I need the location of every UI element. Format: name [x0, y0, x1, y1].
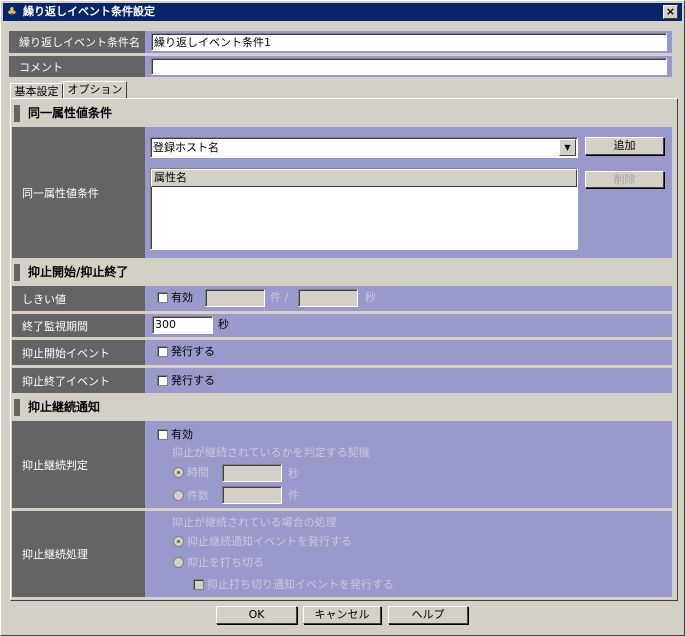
section-header-same-attr: 同一属性値条件 — [14, 103, 314, 124]
window-title: 繰り返しイベント条件設定 — [23, 5, 155, 18]
title-bar: ♣ 繰り返しイベント条件設定 — [3, 3, 682, 21]
notify-event-label: 抑止継続通知イベントを発行する — [187, 535, 352, 548]
process-caption: 抑止が継続されている場合の処理 — [172, 516, 337, 529]
section-header-suppress: 抑止開始/抑止終了 — [14, 262, 314, 283]
tab-basic[interactable]: 基本設定 — [10, 83, 63, 99]
time-radio[interactable] — [173, 467, 184, 478]
count-unit: 件 / — [270, 291, 289, 304]
close-button[interactable]: × — [663, 5, 678, 19]
end-period-unit: 秒 — [218, 318, 229, 331]
start-event-area — [145, 340, 672, 365]
threshold-count-input[interactable] — [205, 289, 265, 307]
chevron-down-icon[interactable]: ▼ — [559, 139, 576, 156]
start-event-checkbox[interactable] — [157, 346, 168, 357]
notify-event-radio[interactable] — [173, 536, 184, 547]
count-radio[interactable] — [173, 490, 184, 501]
name-label: 繰り返しイベント条件名 — [9, 31, 145, 53]
tab-options[interactable]: オプション — [63, 81, 127, 99]
abort-notify-checkbox[interactable] — [193, 579, 204, 590]
ok-button[interactable]: OK — [216, 606, 297, 624]
threshold-enable-label: 有効 — [171, 291, 193, 304]
cancel-button[interactable]: キャンセル — [303, 606, 381, 624]
name-input[interactable]: 繰り返しイベント条件1 — [151, 33, 667, 51]
same-attr-label: 同一属性値条件 — [12, 127, 145, 258]
abort-label: 抑止を打ち切る — [187, 556, 264, 569]
app-icon: ♣ — [7, 5, 17, 18]
attribute-combo[interactable]: 登録ホスト名 ▼ — [150, 137, 578, 158]
end-period-label: 終了監視期間 — [12, 314, 145, 337]
abort-radio[interactable] — [173, 557, 184, 568]
judge-caption: 抑止が継続されているかを判定する契機 — [172, 446, 370, 459]
judge-enable-label: 有効 — [171, 428, 193, 441]
attribute-list[interactable]: 属性名 — [150, 168, 578, 250]
threshold-label: しきい値 — [12, 286, 145, 311]
seconds-unit: 秒 — [365, 291, 376, 304]
add-button[interactable]: 追加 — [585, 137, 664, 155]
start-event-option: 発行する — [171, 345, 215, 358]
process-label: 抑止継続処理 — [12, 511, 145, 597]
end-event-area — [145, 368, 672, 393]
time-label: 時間 — [187, 466, 209, 479]
help-button[interactable]: ヘルプ — [388, 606, 468, 624]
count-unit-label: 件 — [288, 489, 299, 502]
threshold-seconds-input[interactable] — [298, 289, 358, 307]
judge-label: 抑止継続判定 — [12, 421, 145, 508]
time-input[interactable] — [222, 464, 282, 482]
count-input[interactable] — [222, 486, 282, 504]
count-label: 件数 — [187, 489, 209, 502]
delete-button[interactable]: 削除 — [585, 171, 664, 188]
time-unit: 秒 — [288, 467, 299, 480]
end-event-option: 発行する — [171, 374, 215, 387]
end-period-input[interactable]: 300 — [152, 316, 213, 334]
comment-label: コメント — [9, 56, 145, 77]
judge-enable-checkbox[interactable] — [157, 429, 168, 440]
threshold-enable-checkbox[interactable] — [157, 292, 168, 303]
end-event-label: 抑止終了イベント — [12, 368, 145, 393]
section-header-continue: 抑止継続通知 — [14, 397, 314, 418]
abort-notify-label: 抑止打ち切り通知イベントを発行する — [207, 578, 394, 591]
comment-input[interactable] — [151, 58, 667, 75]
end-event-checkbox[interactable] — [157, 375, 168, 386]
start-event-label: 抑止開始イベント — [12, 340, 145, 365]
list-header-attr-name[interactable]: 属性名 — [151, 169, 577, 187]
